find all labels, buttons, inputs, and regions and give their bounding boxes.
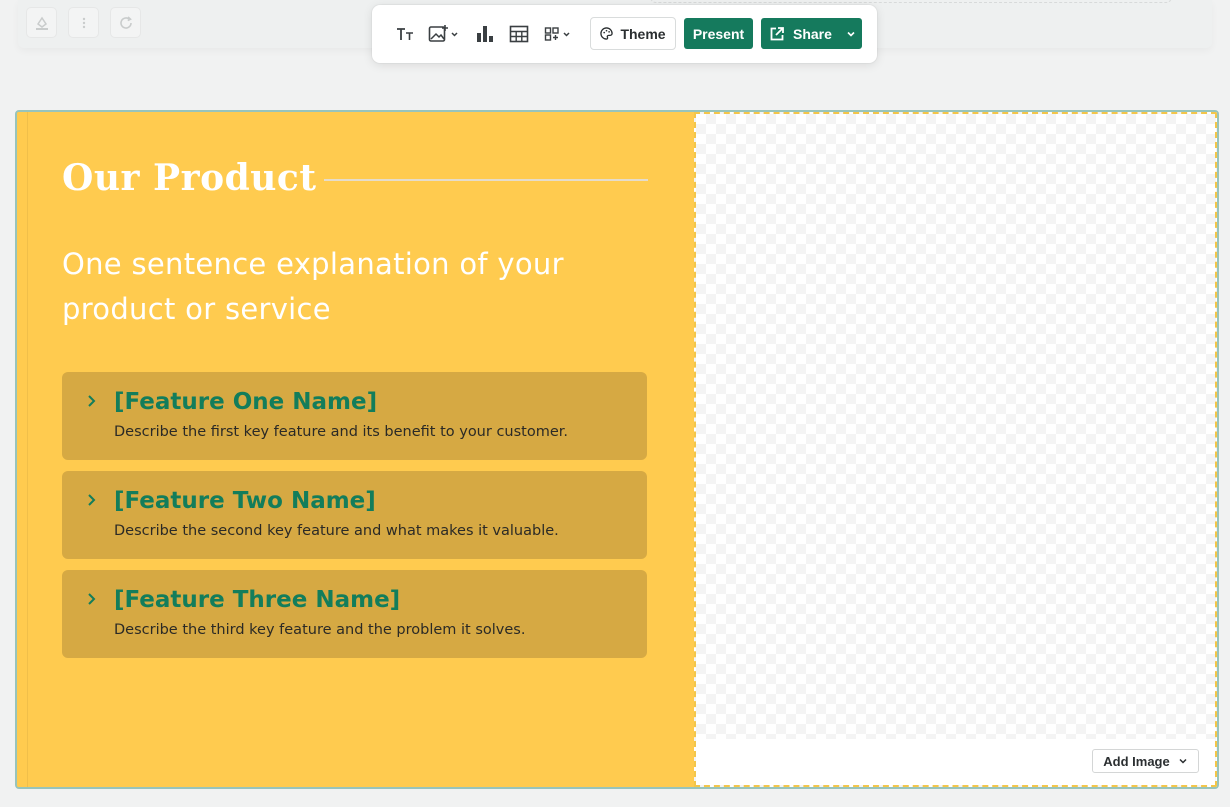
more-options-button[interactable] (68, 7, 99, 38)
text-format-icon (397, 28, 413, 40)
slide-card[interactable]: Our Product One sentence explanation of … (15, 110, 1219, 789)
feature-list: [Feature One Name] Describe the first ke… (62, 372, 647, 669)
palette-icon (600, 27, 614, 40)
layout-button[interactable] (544, 23, 574, 45)
feature-name[interactable]: [Feature One Name] (114, 389, 377, 415)
feature-item[interactable]: [Feature Three Name] Describe the third … (62, 570, 647, 658)
insert-table-button[interactable] (508, 23, 530, 45)
title-divider (324, 179, 648, 181)
add-image-label: Add Image (1103, 753, 1170, 769)
chevron-down-icon (1179, 758, 1187, 764)
fill-icon (35, 16, 48, 30)
external-share-icon (770, 26, 784, 40)
feature-name[interactable]: [Feature Two Name] (114, 488, 376, 514)
floating-toolbar: Theme Present Share (372, 5, 877, 63)
feature-item[interactable]: [Feature Two Name] Describe the second k… (62, 471, 647, 559)
feature-name[interactable]: [Feature Three Name] (114, 587, 400, 613)
previous-slide-edge (650, 0, 1172, 3)
share-button[interactable]: Share (761, 18, 862, 49)
more-vertical-icon (82, 17, 85, 28)
add-image-icon (428, 25, 458, 42)
chevron-right-icon (88, 494, 96, 506)
fill-button[interactable] (26, 7, 57, 38)
feature-description[interactable]: Describe the second key feature and what… (114, 523, 559, 539)
slide-title[interactable]: Our Product (62, 157, 316, 199)
table-icon (509, 25, 529, 43)
chevron-right-icon (88, 395, 96, 407)
slide-subtitle[interactable]: One sentence explanation of your product… (62, 242, 622, 332)
text-format-button[interactable] (394, 23, 416, 45)
insert-image-button[interactable] (428, 23, 460, 45)
refresh-icon (119, 15, 132, 29)
chevron-down-icon (847, 31, 855, 37)
present-label: Present (692, 25, 745, 42)
add-image-button[interactable]: Add Image (1092, 749, 1199, 773)
regenerate-button[interactable] (110, 7, 141, 38)
image-placeholder[interactable]: Add Image (694, 112, 1217, 787)
theme-label: Theme (620, 25, 666, 42)
theme-button[interactable]: Theme (590, 17, 676, 50)
feature-description[interactable]: Describe the third key feature and the p… (114, 622, 525, 638)
image-placeholder-footer: Add Image (696, 739, 1215, 785)
bar-chart-icon (477, 26, 493, 42)
share-label: Share (793, 25, 832, 42)
layout-grid-icon (544, 27, 570, 41)
slide-content-pane: Our Product One sentence explanation of … (17, 112, 694, 787)
chevron-right-icon (88, 593, 96, 605)
feature-description[interactable]: Describe the first key feature and its b… (114, 424, 568, 440)
present-button[interactable]: Present (684, 18, 753, 49)
feature-item[interactable]: [Feature One Name] Describe the first ke… (62, 372, 647, 460)
insert-chart-button[interactable] (474, 23, 496, 45)
